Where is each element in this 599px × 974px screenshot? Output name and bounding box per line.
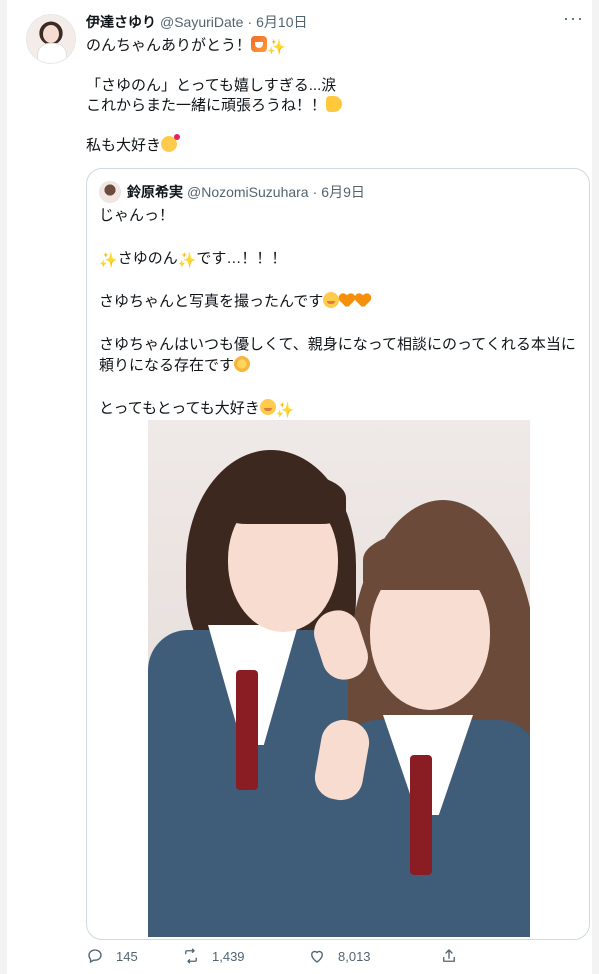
quote-line-6: とってもとっても大好き ✨	[99, 398, 579, 419]
avatar-face	[43, 25, 59, 43]
quote-body: じゃんっ！ ✨さゆのん✨です…！！！ さゆちゃんと写真を撮ったんです さゆちゃん…	[99, 205, 579, 419]
photo-person2-bangs	[363, 530, 503, 590]
quote-line-3-text: さゆちゃんと写真を撮ったんです	[99, 293, 324, 310]
quote-date: 6月9日	[321, 184, 365, 200]
header-separator: ·	[247, 14, 253, 30]
photo-person2-tie	[410, 755, 432, 875]
tweet-line-1: のんちゃんありがとう！ ✨	[86, 36, 566, 56]
fox-emoji-icon	[251, 36, 268, 52]
smiling-face-with-hearts-emoji-icon	[161, 134, 181, 152]
sparkles-emoji-icon: ✨	[267, 39, 286, 56]
tweet-actions: 145 1,439 8,013	[86, 944, 546, 968]
sparkles-emoji-icon: ✨	[275, 402, 295, 419]
author-avatar[interactable]	[26, 14, 76, 64]
like-count: 8,013	[338, 948, 371, 964]
orange-heart-emoji-icon	[339, 294, 355, 308]
quote-author-name: 鈴原希実	[127, 184, 183, 200]
retweet-count: 1,439	[212, 948, 245, 964]
retweet-button[interactable]: 1,439	[182, 947, 308, 965]
tweet-line-4: 私も大好き	[86, 134, 566, 156]
share-button[interactable]	[440, 947, 470, 965]
quote-line-4: さゆちゃんはいつも優しくて、親身になって相談にのってくれる本当に	[99, 336, 576, 353]
smiling-face-emoji-icon	[259, 399, 276, 415]
sparkles-emoji-icon: ✨	[99, 252, 118, 269]
quote-author-avatar	[99, 181, 121, 203]
quoted-tweet[interactable]: 鈴原希実 @NozomiSuzuhara · 6月9日 じゃんっ！ ✨さゆのん✨…	[86, 168, 590, 940]
left-gutter	[0, 0, 7, 974]
photo-person1-bangs	[222, 472, 346, 524]
quote-author-handle: @NozomiSuzuhara	[187, 184, 309, 200]
quote-line-5-text: 頼りになる存在です	[99, 357, 235, 374]
smiling-face-emoji-icon	[323, 292, 340, 308]
dizzy-emoji-icon	[234, 356, 251, 372]
reply-count: 145	[116, 948, 138, 964]
heart-icon	[308, 947, 326, 965]
quote-line-3: さゆちゃんと写真を撮ったんです	[99, 291, 579, 312]
quote-line-5: 頼りになる存在です	[99, 355, 579, 376]
tweet-date[interactable]: 6月10日	[256, 12, 307, 32]
avatar-body	[37, 43, 67, 63]
quote-line-2: ✨さゆのん✨です…！！！	[99, 248, 579, 269]
tweet-line-1-text: のんちゃんありがとう！	[86, 37, 252, 54]
tweet-line-3-text: これからまた一緒に頑張ろうね！！	[86, 97, 327, 114]
quote-header-separator: ·	[312, 184, 318, 200]
tweet-header: 伊達さゆり @SayuriDate · 6月10日	[86, 12, 308, 32]
photo-person1-tie	[236, 670, 258, 790]
like-button[interactable]: 8,013	[308, 947, 428, 965]
more-options-icon[interactable]: ···	[563, 8, 584, 29]
reply-icon	[86, 947, 104, 965]
orange-heart-emoji-icon	[355, 294, 371, 308]
tweet-line-4-text: 私も大好き	[86, 137, 162, 154]
tweet-line-3: これからまた一緒に頑張ろうね！！	[86, 96, 566, 116]
tweet-body: のんちゃんありがとう！ ✨ 「さゆのん」とっても嬉しすぎる...涙 これからまた一…	[86, 36, 566, 156]
quote-header: 鈴原希実 @NozomiSuzuhara · 6月9日	[99, 181, 365, 203]
tweet-line-2: 「さゆのん」とっても嬉しすぎる...涙	[86, 77, 337, 94]
retweet-icon	[182, 947, 200, 965]
quote-line-2-text-a: さゆのん	[117, 250, 178, 267]
quote-line-6-text: とってもとっても大好き	[99, 400, 260, 417]
flexed-biceps-emoji-icon	[326, 96, 343, 112]
share-icon	[440, 947, 458, 965]
quote-line-2-text-b: です…！！！	[196, 250, 287, 267]
quote-line-1: じゃんっ！	[99, 207, 175, 224]
right-gutter	[592, 0, 599, 974]
sparkles-emoji-icon: ✨	[177, 252, 197, 269]
quoted-photo[interactable]	[148, 420, 530, 937]
author-handle[interactable]: @SayuriDate	[160, 14, 243, 30]
author-name[interactable]: 伊達さゆり	[86, 12, 156, 32]
reply-button[interactable]: 145	[86, 947, 182, 965]
